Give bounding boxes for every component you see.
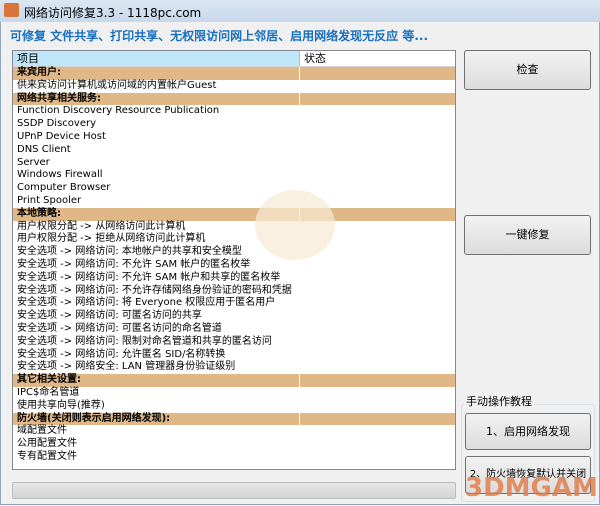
column-header-item[interactable]: 项目: [13, 51, 300, 66]
list-item[interactable]: 安全选项 -> 网络访问: 可匿名访问的共享: [13, 310, 455, 323]
item-label: 来宾用户:: [13, 67, 300, 80]
list-item[interactable]: Windows Firewall: [13, 169, 455, 182]
item-label: 域配置文件: [17, 425, 67, 437]
item-label: UPnP Device Host: [17, 130, 106, 142]
category-row[interactable]: 本地策略:: [13, 207, 455, 221]
item-label: Print Spooler: [17, 194, 82, 206]
title-bar: 网络访问修复3.3 - 1118pc.com: [0, 0, 600, 23]
list-item[interactable]: 安全选项 -> 网络安全: LAN 管理器身份验证级别: [13, 361, 455, 374]
enable-network-discovery-button[interactable]: 1、启用网络发现: [465, 413, 591, 450]
items-list[interactable]: 项目 状态 来宾用户: 供来宾访问计算机或访问域的内置帐户Guest 网络共享相关服…: [12, 50, 456, 470]
list-header: 项目 状态: [13, 51, 455, 67]
category-row[interactable]: 防火墙(关闭则表示启用网络发现):: [13, 412, 455, 426]
item-label: Windows Firewall: [17, 169, 103, 181]
progress-bar: [12, 482, 456, 499]
list-item[interactable]: Print Spooler: [13, 195, 455, 208]
one-click-repair-button[interactable]: 一键修复: [464, 215, 591, 255]
item-label: 安全选项 -> 网络访问: 可匿名访问的命名管道: [17, 322, 222, 334]
watermark-logo: 3DMGAME: [465, 473, 600, 503]
list-item[interactable]: Server: [13, 157, 455, 170]
list-item[interactable]: DNS Client: [13, 144, 455, 157]
item-label: Function Discovery Resource Publication: [17, 105, 220, 117]
list-item[interactable]: 用户权限分配 -> 拒绝从网络访问此计算机: [13, 233, 455, 246]
item-label: 供来宾访问计算机或访问域的内置帐户Guest: [17, 79, 217, 91]
item-label: 安全选项 -> 网络访问: 允许匿名 SID/名称转换: [17, 348, 226, 360]
category-row[interactable]: 来宾用户:: [13, 67, 455, 80]
category-row[interactable]: 其它相关设置:: [13, 374, 455, 387]
item-label: 防火墙(关闭则表示启用网络发现):: [13, 412, 300, 426]
item-label: DNS Client: [17, 143, 71, 155]
list-item[interactable]: 使用共享向导(推荐): [13, 400, 455, 413]
app-icon: [4, 3, 19, 17]
list-item[interactable]: 安全选项 -> 网络访问: 本地帐户的共享和安全模型: [13, 246, 455, 259]
manual-tutorial-label: 手动操作教程: [464, 393, 534, 409]
item-label: 网络共享相关服务:: [13, 92, 300, 106]
window-title: 网络访问修复3.3 - 1118pc.com: [24, 6, 202, 20]
headline: 可修复 文件共享、打印共享、无权限访问网上邻居、启用网络发现无反应 等...: [10, 29, 429, 43]
list-item[interactable]: 安全选项 -> 网络访问: 不允许存储网络身份验证的密码和凭据: [13, 285, 455, 298]
list-item[interactable]: SSDP Discovery: [13, 118, 455, 131]
item-label: IPC$命名管道: [17, 386, 80, 398]
list-item[interactable]: 安全选项 -> 网络访问: 限制对命名管道和共享的匿名访问: [13, 336, 455, 349]
list-item[interactable]: 安全选项 -> 网络访问: 不允许 SAM 帐户的匿名枚举: [13, 259, 455, 272]
list-item[interactable]: Function Discovery Resource Publication: [13, 105, 455, 118]
item-label: 其它相关设置:: [13, 374, 300, 387]
item-label: 安全选项 -> 网络访问: 本地帐户的共享和安全模型: [17, 246, 242, 258]
item-label: 安全选项 -> 网络访问: 不允许存储网络身份验证的密码和凭据: [17, 284, 292, 296]
item-label: 安全选项 -> 网络安全: LAN 管理器身份验证级别: [17, 361, 236, 373]
category-row[interactable]: 网络共享相关服务:: [13, 92, 455, 106]
column-header-status[interactable]: 状态: [300, 51, 326, 66]
list-item[interactable]: 用户权限分配 -> 从网络访问此计算机: [13, 221, 455, 234]
item-label: 安全选项 -> 网络访问: 将 Everyone 权限应用于匿名用户: [17, 297, 276, 309]
item-label: 公用配置文件: [17, 438, 77, 450]
list-item[interactable]: 供来宾访问计算机或访问域的内置帐户Guest: [13, 80, 455, 93]
list-item[interactable]: Computer Browser: [13, 182, 455, 195]
item-label: SSDP Discovery: [17, 118, 97, 130]
list-item[interactable]: 安全选项 -> 网络访问: 将 Everyone 权限应用于匿名用户: [13, 297, 455, 310]
item-label: 安全选项 -> 网络访问: 限制对命名管道和共享的匿名访问: [17, 335, 272, 347]
list-item[interactable]: 安全选项 -> 网络访问: 可匿名访问的命名管道: [13, 323, 455, 336]
mascot-watermark: [255, 190, 335, 260]
list-item[interactable]: 安全选项 -> 网络访问: 允许匿名 SID/名称转换: [13, 349, 455, 362]
item-label: 安全选项 -> 网络访问: 不允许 SAM 帐户的匿名枚举: [17, 258, 251, 270]
item-label: 专有配置文件: [17, 450, 77, 462]
list-item[interactable]: 公用配置文件: [13, 438, 455, 451]
list-item[interactable]: 域配置文件: [13, 425, 455, 438]
item-label: 使用共享向导(推荐): [17, 399, 105, 411]
list-item[interactable]: UPnP Device Host: [13, 131, 455, 144]
list-item[interactable]: 专有配置文件: [13, 451, 455, 464]
item-label: Server: [17, 156, 50, 168]
item-label: Computer Browser: [17, 182, 111, 194]
check-button[interactable]: 检查: [464, 50, 591, 90]
item-label: 安全选项 -> 网络访问: 不允许 SAM 帐户和共享的匿名枚举: [17, 271, 281, 283]
list-item[interactable]: 安全选项 -> 网络访问: 不允许 SAM 帐户和共享的匿名枚举: [13, 272, 455, 285]
item-label: 安全选项 -> 网络访问: 可匿名访问的共享: [17, 310, 202, 322]
list-item[interactable]: IPC$命名管道: [13, 387, 455, 400]
